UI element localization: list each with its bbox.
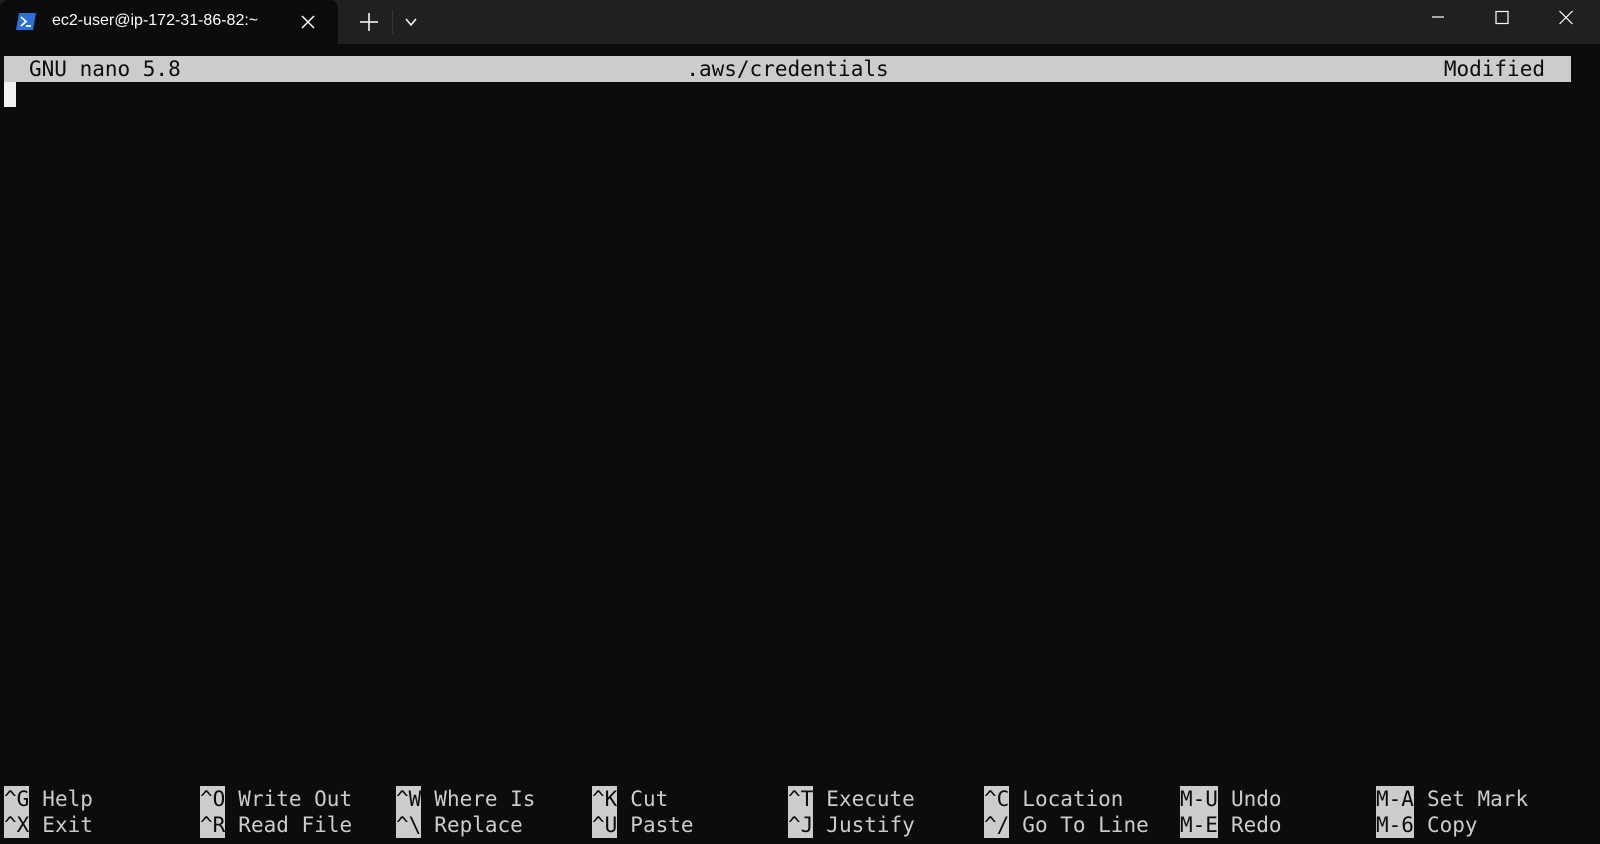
shortcut-exit[interactable]: ^X Exit xyxy=(4,812,93,838)
minimize-icon xyxy=(1432,16,1444,18)
shortcut-key: ^/ xyxy=(984,812,1010,838)
text-cursor xyxy=(4,82,16,107)
terminal-window: ec2-user@ip-172-31-86-82:~ GNU nano 5.8 … xyxy=(0,0,1600,844)
shortcut-key: ^K xyxy=(592,786,618,812)
shortcut-label: Location xyxy=(1022,787,1124,811)
shortcut-column: ^W Where Is ^\ Replace xyxy=(396,786,592,842)
shortcut-key: ^R xyxy=(200,812,226,838)
shortcut-set-mark[interactable]: M-A Set Mark xyxy=(1376,786,1528,812)
shortcut-column: ^O Write Out ^R Read File xyxy=(200,786,396,842)
shortcut-paste[interactable]: ^U Paste xyxy=(592,812,694,838)
minimize-button[interactable] xyxy=(1408,0,1472,36)
nano-edit-area[interactable] xyxy=(4,82,1571,772)
shortcut-key: ^O xyxy=(200,786,226,812)
shortcut-copy[interactable]: M-6 Copy xyxy=(1376,812,1478,838)
shortcut-column: M-U Undo M-E Redo xyxy=(1180,786,1376,842)
shortcut-redo[interactable]: M-E Redo xyxy=(1180,812,1282,838)
shortcut-key: ^C xyxy=(984,786,1010,812)
shortcut-key: ^W xyxy=(396,786,422,812)
terminal-tab[interactable]: ec2-user@ip-172-31-86-82:~ xyxy=(0,0,338,44)
shortcut-label: Where Is xyxy=(434,787,536,811)
nano-shortcut-bar: ^G Help ^X Exit ^O Write Out ^R Read File ^W… xyxy=(4,786,1584,842)
terminal-content[interactable]: GNU nano 5.8 .aws/credentials Modified ^… xyxy=(0,44,1600,844)
shortcut-key: M-6 xyxy=(1376,812,1414,838)
title-bar: ec2-user@ip-172-31-86-82:~ xyxy=(0,0,1600,44)
shortcut-label: Execute xyxy=(826,787,915,811)
shortcut-go-to-line[interactable]: ^/ Go To Line xyxy=(984,812,1149,838)
shortcut-label: Set Mark xyxy=(1426,787,1529,811)
shortcut-label: Copy xyxy=(1426,813,1478,837)
shortcut-label: Help xyxy=(42,787,93,811)
shortcut-read-file[interactable]: ^R Read File xyxy=(200,812,352,838)
shortcut-where-is[interactable]: ^W Where Is xyxy=(396,786,535,812)
shortcut-column: ^G Help ^X Exit xyxy=(4,786,200,842)
shortcut-cut[interactable]: ^K Cut xyxy=(592,786,668,812)
shortcut-label: Justify xyxy=(826,813,915,837)
shortcut-label: Write Out xyxy=(238,787,353,811)
shortcut-column: M-A Set Mark M-6 Copy xyxy=(1376,786,1572,842)
shortcut-label: Cut xyxy=(630,787,669,811)
shortcut-column: ^C Location ^/ Go To Line xyxy=(984,786,1180,842)
new-tab-plus-icon[interactable] xyxy=(358,11,380,33)
maximize-icon xyxy=(1495,10,1509,25)
tab-bar-divider xyxy=(392,10,393,34)
shortcut-label: Redo xyxy=(1230,813,1282,837)
shortcut-key: ^G xyxy=(4,786,30,812)
close-window-button[interactable] xyxy=(1536,0,1600,36)
close-icon xyxy=(1559,10,1573,25)
shortcut-key: M-U xyxy=(1180,786,1218,812)
shortcut-label: Read File xyxy=(238,813,353,837)
shortcut-key: ^J xyxy=(788,812,814,838)
shortcut-key: ^T xyxy=(788,786,814,812)
shortcut-key: ^U xyxy=(592,812,618,838)
shortcut-key: M-A xyxy=(1376,786,1414,812)
shortcut-label: Replace xyxy=(434,813,523,837)
shortcut-execute[interactable]: ^T Execute xyxy=(788,786,915,812)
nano-title-bar: GNU nano 5.8 .aws/credentials Modified xyxy=(4,56,1571,82)
tab-title: ec2-user@ip-172-31-86-82:~ xyxy=(52,12,259,29)
shortcut-label: Paste xyxy=(630,813,694,837)
nano-modified-status: Modified xyxy=(1443,57,1545,81)
shortcut-label: Exit xyxy=(42,813,93,837)
maximize-button[interactable] xyxy=(1472,0,1536,36)
shortcut-label: Undo xyxy=(1230,787,1282,811)
powershell-icon xyxy=(16,13,36,30)
shortcut-key: ^X xyxy=(4,812,30,838)
shortcut-help[interactable]: ^G Help xyxy=(4,786,93,812)
shortcut-column: ^K Cut ^U Paste xyxy=(592,786,788,842)
nano-filename: .aws/credentials xyxy=(686,57,889,81)
shortcut-column: ^T Execute ^J Justify xyxy=(788,786,984,842)
shortcut-location[interactable]: ^C Location xyxy=(984,786,1123,812)
shortcut-justify[interactable]: ^J Justify xyxy=(788,812,915,838)
shortcut-label: Go To Line xyxy=(1022,813,1149,837)
tab-close-icon[interactable] xyxy=(298,12,318,32)
shortcut-key: M-E xyxy=(1180,812,1218,838)
shortcut-key: ^\ xyxy=(396,812,422,838)
chevron-down-icon[interactable] xyxy=(404,15,418,29)
shortcut-undo[interactable]: M-U Undo xyxy=(1180,786,1282,812)
shortcut-replace[interactable]: ^\ Replace xyxy=(396,812,523,838)
shortcut-write-out[interactable]: ^O Write Out xyxy=(200,786,352,812)
